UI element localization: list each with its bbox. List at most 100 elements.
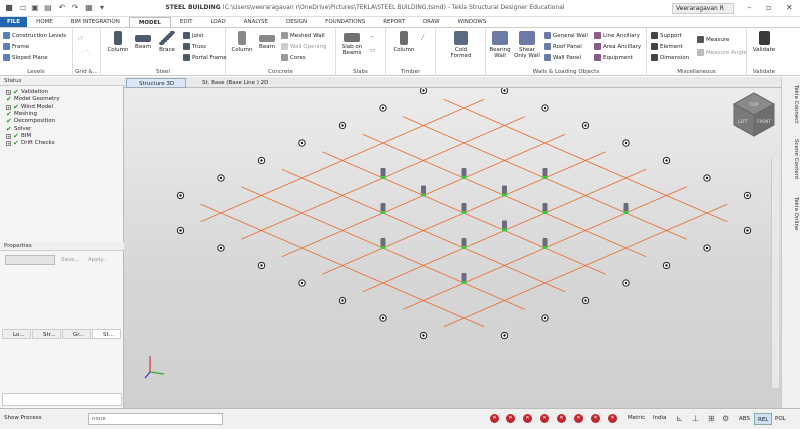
menu-model[interactable]: MODEL — [128, 17, 171, 27]
equipment-button[interactable]: Equipment — [594, 53, 633, 62]
steel-column[interactable] — [542, 168, 548, 177]
measure-button[interactable]: Measure — [697, 35, 729, 44]
status-item[interactable]: + ✔ Validation — [6, 89, 48, 96]
tab-structure-3d[interactable]: Structure 3D — [126, 78, 186, 88]
validate-button[interactable]: Validate — [750, 31, 778, 53]
error-indicator-icon[interactable]: ✕ — [608, 414, 617, 423]
cores-button[interactable]: Cores — [281, 53, 306, 62]
error-indicator-icon[interactable]: ✕ — [540, 414, 549, 423]
steel-column[interactable] — [623, 203, 629, 212]
element-button[interactable]: Element — [651, 42, 683, 51]
area-ancillary-button[interactable]: Area Ancillary — [594, 42, 641, 51]
expand-icon[interactable]: + — [6, 141, 11, 147]
user-account[interactable]: Veeraragavan R — [672, 3, 734, 14]
menu-home[interactable]: HOME — [27, 17, 62, 27]
sloped-plane-button[interactable]: Sloped Plane — [3, 53, 48, 62]
timber-column-button[interactable]: Column — [390, 31, 418, 53]
steel-column[interactable] — [380, 203, 386, 212]
truss-button[interactable]: Truss — [183, 42, 206, 51]
model-scene[interactable] — [124, 86, 781, 408]
expand-icon[interactable]: + — [6, 104, 11, 110]
tab-base-2d[interactable]: St. Base (Base Line ) 2D — [190, 78, 280, 88]
steel-column[interactable] — [542, 238, 548, 247]
slab-on-beams-button[interactable]: Slab on Beams — [338, 31, 366, 56]
region-selector[interactable]: India — [653, 415, 667, 421]
steel-column-button[interactable]: Column — [104, 31, 132, 53]
line-ancillary-button[interactable]: Line Ancillary — [594, 31, 640, 40]
snap-icon[interactable]: ⊾ — [676, 414, 683, 423]
menu-load[interactable]: LOAD — [202, 17, 235, 27]
grid-lines-icon[interactable]: ⋰ ⋱ — [79, 48, 92, 57]
error-indicator-icon[interactable]: ✕ — [490, 414, 499, 423]
show-process-button[interactable]: Show Process — [4, 415, 41, 421]
concrete-column-button[interactable]: Column — [228, 31, 256, 53]
dimension-button[interactable]: Dimension — [651, 53, 689, 62]
save-button[interactable]: Save... — [61, 257, 80, 263]
scene-content-tab[interactable]: Scene Content — [784, 139, 799, 179]
grid-snap-icon[interactable]: ⊞ — [708, 414, 715, 423]
minimize-icon[interactable]: – — [747, 3, 751, 14]
settings-icon[interactable]: ⚙ — [722, 414, 729, 423]
steel-column[interactable] — [380, 168, 386, 177]
steel-column[interactable] — [461, 238, 467, 247]
frame-button[interactable]: Frame — [3, 42, 29, 51]
joist-button[interactable]: Joist — [183, 31, 204, 40]
structure-3d-viewport[interactable]: TOP LEFT FRONT — [124, 86, 781, 408]
menu-design[interactable]: DESIGN — [277, 17, 316, 27]
steel-column[interactable] — [461, 203, 467, 212]
units-selector[interactable]: Metric — [628, 415, 645, 421]
new-file-icon[interactable]: ▭ — [18, 3, 28, 13]
vertical-scrollbar[interactable] — [771, 158, 779, 388]
open-folder-icon[interactable]: ▣ — [30, 3, 40, 13]
mode-abs-button[interactable]: ABS — [736, 413, 753, 425]
general-wall-button[interactable]: General Wall — [544, 31, 588, 40]
menu-analyse[interactable]: ANALYSE — [235, 17, 277, 27]
panel-tab[interactable]: Lo... — [2, 329, 31, 339]
menu-foundations[interactable]: FOUNDATIONS — [316, 17, 374, 27]
wall-opening-button[interactable]: Wall Opening — [281, 42, 326, 51]
tekla-connect-tab[interactable]: Tekla Connect — [784, 85, 799, 123]
menu-edit[interactable]: EDIT — [171, 17, 202, 27]
error-indicator-icon[interactable]: ✕ — [591, 414, 600, 423]
steel-column[interactable] — [421, 185, 426, 195]
status-item[interactable]: + ✔ Wind Model — [6, 103, 53, 111]
apply-button[interactable]: Apply... — [88, 257, 108, 263]
status-item[interactable]: ✔ Decomposition — [6, 118, 55, 125]
concrete-beam-button[interactable]: Beam — [253, 31, 281, 50]
menu-bim-integration[interactable]: BIM INTEGRATION — [62, 17, 129, 27]
support-button[interactable]: Support — [651, 31, 682, 40]
tekla-online-tab[interactable]: Tekla Online — [784, 197, 799, 230]
mode-pol-button[interactable]: POL — [772, 413, 789, 425]
grid-tool-icon[interactable]: ⁄ ⁄ — [79, 34, 83, 43]
error-indicator-icon[interactable]: ✕ — [557, 414, 566, 423]
save-icon[interactable]: ▤ — [43, 3, 53, 13]
steel-column[interactable] — [542, 203, 548, 212]
maximize-icon[interactable]: ▫ — [766, 3, 771, 14]
panel-tab[interactable]: Gr... — [62, 329, 91, 339]
menu-report[interactable]: REPORT — [374, 17, 414, 27]
slab-tool-icon[interactable]: ⌐ — [370, 33, 375, 42]
customize-qa-icon[interactable]: ▾ — [97, 3, 107, 13]
cold-formed-button[interactable]: Cold Formed — [444, 31, 478, 59]
redo-icon[interactable]: ↷ — [70, 3, 80, 13]
measure-angle-button[interactable]: Measure Angle — [697, 48, 747, 57]
error-indicator-icon[interactable]: ✕ — [574, 414, 583, 423]
menu-file[interactable]: FILE — [0, 17, 28, 27]
steel-brace-button[interactable]: Brace — [153, 31, 181, 53]
error-indicator-icon[interactable]: ✕ — [506, 414, 515, 423]
print-icon[interactable]: ▦ — [84, 3, 94, 13]
bearing-wall-button[interactable]: Bearing Wall — [486, 31, 514, 59]
panel-tab[interactable]: St... — [92, 329, 121, 339]
menu-draw[interactable]: DRAW — [414, 17, 449, 27]
roof-panel-button[interactable]: Roof Panel — [544, 42, 582, 51]
ortho-icon[interactable]: ⊥ — [692, 414, 699, 423]
wall-panel-button[interactable]: Wall Panel — [544, 53, 581, 62]
properties-dropdown[interactable] — [5, 255, 55, 265]
view-cube[interactable]: TOP LEFT FRONT — [730, 90, 778, 138]
expand-icon[interactable]: + — [6, 133, 11, 139]
status-item[interactable]: + ✔ Drift Checks — [6, 140, 55, 147]
command-input[interactable]: none — [88, 413, 223, 425]
timber-beam-icon[interactable]: ╱ — [421, 33, 424, 42]
expand-icon[interactable]: + — [6, 90, 11, 95]
error-indicator-icon[interactable]: ✕ — [523, 414, 532, 423]
